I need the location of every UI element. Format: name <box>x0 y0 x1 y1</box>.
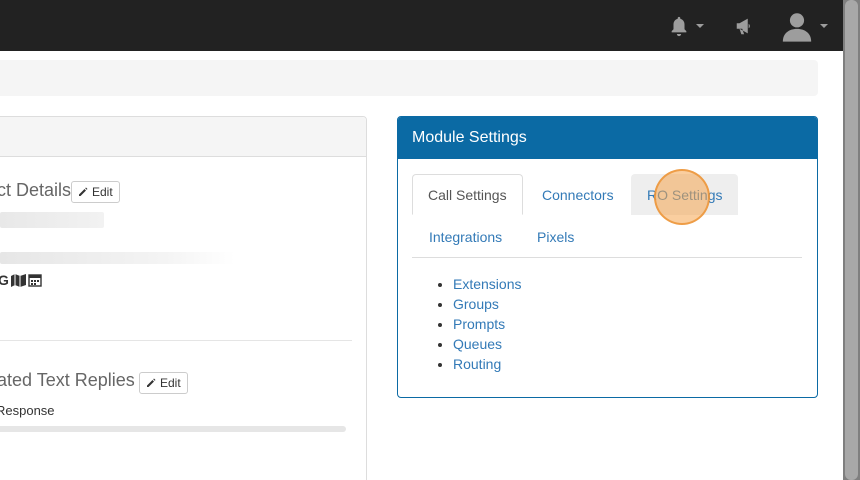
call-settings-list: Extensions Groups Prompts Queues Routing <box>453 274 521 374</box>
chevron-down-icon <box>696 23 704 28</box>
contact-panel-heading <box>0 117 366 157</box>
routing-link[interactable]: Routing <box>453 356 501 372</box>
pencil-icon <box>147 378 156 387</box>
prompts-link[interactable]: Prompts <box>453 316 505 332</box>
user-menu[interactable] <box>780 0 828 51</box>
edit-label: Edit <box>92 185 113 199</box>
redacted-field <box>0 252 235 264</box>
list-item: Queues <box>453 334 521 354</box>
tab-call-settings[interactable]: Call Settings <box>412 174 523 215</box>
edit-contact-details-button[interactable]: Edit <box>71 181 120 203</box>
announcements-button[interactable] <box>734 0 756 51</box>
chevron-down-icon <box>820 23 828 28</box>
top-navbar <box>0 0 860 51</box>
list-item: Routing <box>453 354 521 374</box>
scrollbar-thumb[interactable] <box>845 0 858 480</box>
module-settings-title: Module Settings <box>398 117 817 159</box>
groups-link[interactable]: Groups <box>453 296 499 312</box>
edit-label: Edit <box>160 376 181 390</box>
list-item: Extensions <box>453 274 521 294</box>
tab-pixels[interactable]: Pixels <box>521 216 590 257</box>
tab-ro-settings[interactable]: RO Settings <box>631 174 739 215</box>
redacted-field <box>0 212 104 228</box>
megaphone-icon <box>736 18 750 34</box>
extensions-link[interactable]: Extensions <box>453 276 521 292</box>
user-icon <box>782 12 812 42</box>
map-icon[interactable] <box>10 273 26 287</box>
response-bar <box>0 426 346 432</box>
section-divider <box>0 340 352 341</box>
queues-link[interactable]: Queues <box>453 336 502 352</box>
list-item: Prompts <box>453 314 521 334</box>
tabs-divider <box>412 257 802 258</box>
edit-text-replies-button[interactable]: Edit <box>139 372 188 394</box>
list-item: Groups <box>453 294 521 314</box>
bell-icon <box>671 16 687 36</box>
tab-connectors[interactable]: Connectors <box>526 174 630 215</box>
calendar-icon[interactable] <box>28 273 42 287</box>
contact-details-title: ct Details <box>0 180 72 200</box>
response-label: Response <box>0 403 55 418</box>
tab-integrations[interactable]: Integrations <box>413 216 518 257</box>
contact-icon-row: G <box>0 272 42 288</box>
notifications-dropdown[interactable] <box>668 0 704 51</box>
breadcrumb <box>0 60 818 96</box>
pencil-icon <box>79 187 88 196</box>
contact-icon-text: G <box>0 272 9 288</box>
module-settings-panel: Module Settings Call Settings Connectors… <box>397 116 818 398</box>
text-replies-title: ated Text Replies <box>0 370 135 390</box>
